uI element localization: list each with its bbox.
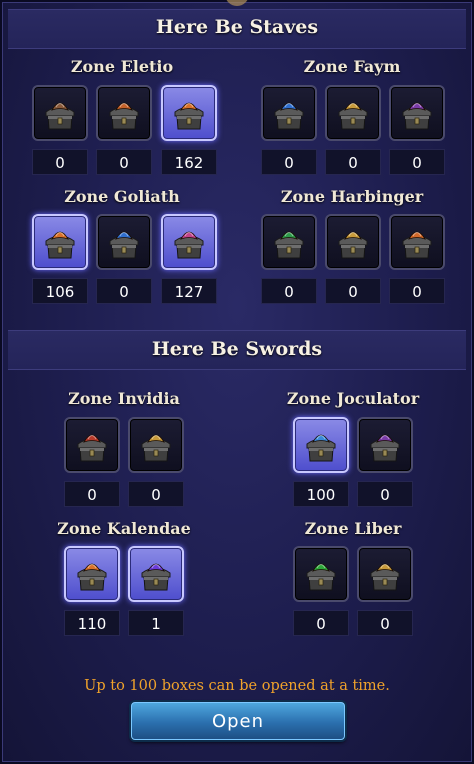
count-joculator-2: 0 [357, 481, 413, 507]
count-harbinger-2: 0 [325, 278, 381, 304]
treasure-chest-icon [370, 434, 400, 462]
box-liber-2[interactable] [357, 546, 413, 602]
count-kalendae-2: 1 [128, 610, 184, 636]
treasure-chest-icon [45, 102, 75, 130]
treasure-chest-icon [274, 102, 304, 130]
box-liber-1[interactable] [293, 546, 349, 602]
treasure-chest-icon [77, 563, 107, 591]
box-invidia-2[interactable] [128, 417, 184, 473]
treasure-chest-icon [109, 102, 139, 130]
treasure-chest-icon [306, 434, 336, 462]
box-joculator-2[interactable] [357, 417, 413, 473]
box-harbinger-3[interactable] [389, 214, 445, 270]
treasure-chest-icon [174, 231, 204, 259]
treasure-chest-icon [274, 231, 304, 259]
section-title-staves: Here Be Staves [155, 16, 319, 38]
box-faym-2[interactable] [325, 85, 381, 141]
box-goliath-1[interactable] [32, 214, 88, 270]
treasure-chest-icon [306, 563, 336, 591]
zone-title-invidia: Zone Invidia [68, 389, 180, 408]
count-goliath-1: 106 [32, 278, 88, 304]
treasure-chest-icon [402, 231, 432, 259]
treasure-box-panel: Here Be Staves Zone Eletio Zone Faym Zon… [0, 0, 474, 764]
open-limit-notice: Up to 100 boxes can be opened at a time. [84, 678, 390, 694]
box-invidia-1[interactable] [64, 417, 120, 473]
box-joculator-1[interactable] [293, 417, 349, 473]
treasure-chest-icon [338, 102, 368, 130]
count-liber-2: 0 [357, 610, 413, 636]
zone-title-goliath: Zone Goliath [64, 187, 180, 206]
count-liber-1: 0 [293, 610, 349, 636]
count-invidia-2: 0 [128, 481, 184, 507]
treasure-chest-icon [77, 434, 107, 462]
box-goliath-2[interactable] [96, 214, 152, 270]
count-faym-3: 0 [389, 149, 445, 175]
box-goliath-3[interactable] [161, 214, 217, 270]
treasure-chest-icon [370, 563, 400, 591]
box-eletio-2[interactable] [96, 85, 152, 141]
box-faym-1[interactable] [261, 85, 317, 141]
box-harbinger-2[interactable] [325, 214, 381, 270]
top-ornament [225, 0, 249, 6]
treasure-chest-icon [338, 231, 368, 259]
treasure-chest-icon [109, 231, 139, 259]
open-button[interactable]: Open [131, 702, 345, 740]
box-kalendae-2[interactable] [128, 546, 184, 602]
treasure-chest-icon [141, 563, 171, 591]
count-harbinger-1: 0 [261, 278, 317, 304]
count-eletio-2: 0 [96, 149, 152, 175]
box-kalendae-1[interactable] [64, 546, 120, 602]
box-eletio-1[interactable] [32, 85, 88, 141]
box-harbinger-1[interactable] [261, 214, 317, 270]
count-invidia-1: 0 [64, 481, 120, 507]
treasure-chest-icon [141, 434, 171, 462]
count-goliath-3: 127 [161, 278, 217, 304]
zone-title-liber: Zone Liber [304, 519, 402, 538]
count-joculator-1: 100 [293, 481, 349, 507]
treasure-chest-icon [45, 231, 75, 259]
count-faym-2: 0 [325, 149, 381, 175]
box-faym-3[interactable] [389, 85, 445, 141]
zone-title-eletio: Zone Eletio [70, 57, 174, 76]
zone-title-joculator: Zone Joculator [286, 389, 420, 408]
count-eletio-3: 162 [161, 149, 217, 175]
box-eletio-3[interactable] [161, 85, 217, 141]
treasure-chest-icon [402, 102, 432, 130]
count-kalendae-1: 110 [64, 610, 120, 636]
section-title-swords: Here Be Swords [151, 338, 323, 360]
count-goliath-2: 0 [96, 278, 152, 304]
zone-title-kalendae: Zone Kalendae [57, 519, 191, 538]
zone-title-harbinger: Zone Harbinger [280, 187, 424, 206]
treasure-chest-icon [174, 102, 204, 130]
count-faym-1: 0 [261, 149, 317, 175]
count-eletio-1: 0 [32, 149, 88, 175]
count-harbinger-3: 0 [389, 278, 445, 304]
zone-title-faym: Zone Faym [303, 57, 401, 76]
